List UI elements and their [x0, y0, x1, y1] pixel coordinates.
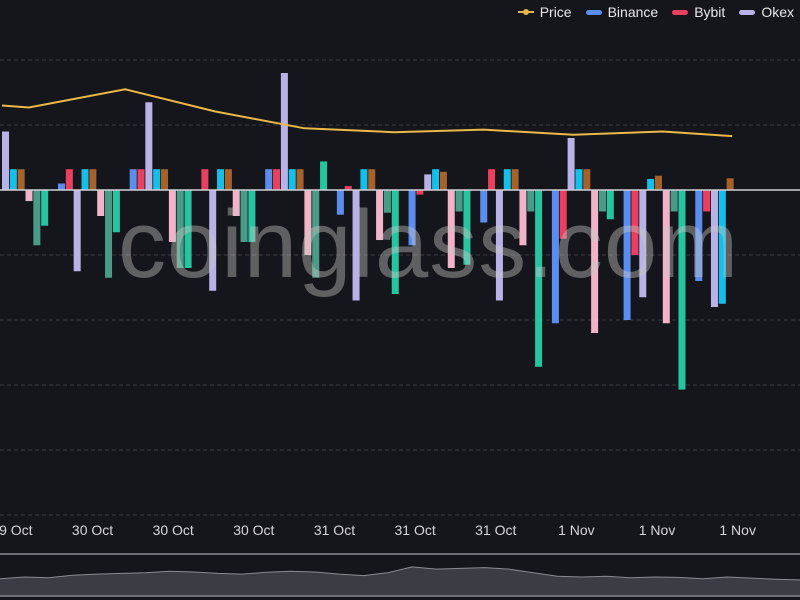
bar-pink[interactable] — [25, 190, 33, 202]
bar-pink[interactable] — [168, 190, 176, 242]
bar-cyan[interactable] — [432, 169, 440, 190]
bar-okex[interactable] — [710, 190, 718, 307]
bar-teal_dark[interactable] — [455, 190, 463, 212]
navigator-area — [0, 566, 800, 595]
bar-cyan[interactable] — [153, 169, 161, 190]
bar-bybit[interactable] — [273, 169, 281, 190]
bar-bybit[interactable] — [137, 169, 145, 190]
bar-teal_dark[interactable] — [240, 190, 248, 242]
bar-bybit[interactable] — [559, 190, 567, 239]
bar-bybit[interactable] — [65, 169, 73, 190]
bar-pink[interactable] — [662, 190, 670, 324]
bar-teal_dark[interactable] — [105, 190, 113, 278]
x-tick-label: 31 Oct — [475, 522, 517, 538]
bar-okex[interactable] — [424, 174, 432, 190]
bar-teal[interactable] — [184, 190, 192, 268]
bar-teal_dark[interactable] — [383, 190, 391, 213]
bar-teal[interactable] — [320, 161, 328, 190]
bar-teal[interactable] — [678, 190, 686, 390]
bar-brown[interactable] — [368, 169, 376, 190]
bar-pink[interactable] — [97, 190, 105, 216]
bar-bybit[interactable] — [201, 169, 209, 190]
bar-okex[interactable] — [209, 190, 217, 291]
bar-teal[interactable] — [606, 190, 614, 220]
x-tick-label: 30 Oct — [152, 522, 194, 538]
bar-binance[interactable] — [408, 190, 416, 246]
x-tick-label: 30 Oct — [233, 522, 275, 538]
bar-pink[interactable] — [519, 190, 527, 246]
bar-cyan[interactable] — [718, 190, 726, 304]
bar-cyan[interactable] — [81, 169, 89, 190]
bar-pink[interactable] — [447, 190, 455, 268]
bar-okex[interactable] — [73, 190, 81, 272]
x-tick-label: 31 Oct — [394, 522, 436, 538]
bar-okex[interactable] — [280, 73, 288, 190]
bar-teal[interactable] — [248, 190, 256, 242]
bar-brown[interactable] — [439, 171, 447, 190]
bar-cyan[interactable] — [9, 169, 17, 190]
bar-brown[interactable] — [654, 175, 662, 190]
bar-bybit[interactable] — [631, 190, 639, 255]
bar-pink[interactable] — [304, 190, 312, 255]
bar-cyan[interactable] — [360, 169, 368, 190]
bar-brown[interactable] — [89, 169, 97, 190]
bar-binance[interactable] — [58, 183, 65, 191]
bar-cyan[interactable] — [288, 169, 296, 190]
bar-okex[interactable] — [2, 131, 9, 191]
bar-cyan[interactable] — [503, 169, 511, 190]
bar-brown[interactable] — [161, 169, 169, 190]
bar-brown[interactable] — [296, 169, 304, 190]
x-tick-label: 1 Nov — [638, 522, 676, 538]
bar-teal[interactable] — [391, 190, 399, 294]
bar-series — [2, 73, 734, 390]
x-axis: 29 Oct 30 Oct 30 Oct 30 Oct 31 Oct 31 Oct 31 O… — [0, 522, 800, 542]
bar-okex[interactable] — [495, 190, 503, 301]
bar-cyan[interactable] — [575, 169, 583, 190]
bar-teal_dark[interactable] — [312, 190, 320, 278]
bar-pink[interactable] — [376, 190, 384, 241]
bar-okex[interactable] — [639, 190, 647, 298]
bar-brown[interactable] — [17, 169, 25, 190]
bar-brown[interactable] — [583, 169, 591, 190]
bar-binance[interactable] — [623, 190, 631, 320]
bar-binance[interactable] — [129, 169, 137, 190]
bar-okex[interactable] — [352, 190, 360, 301]
bar-okex[interactable] — [145, 102, 153, 190]
x-tick-label: 29 Oct — [0, 522, 33, 538]
price-line — [1, 88, 733, 138]
chart-plot — [0, 59, 800, 516]
bar-binance[interactable] — [551, 190, 559, 324]
x-tick-label: 30 Oct — [71, 522, 114, 538]
bar-bybit[interactable] — [488, 169, 496, 190]
bar-teal[interactable] — [112, 190, 120, 233]
bar-teal[interactable] — [535, 190, 543, 367]
x-tick-label: 31 Oct — [313, 522, 356, 538]
x-tick-label: 1 Nov — [558, 522, 595, 538]
bar-binance[interactable] — [480, 190, 488, 223]
x-tick-label: 1 Nov — [719, 522, 756, 538]
bar-teal_dark[interactable] — [527, 190, 535, 212]
bar-brown[interactable] — [224, 169, 232, 190]
bar-pink[interactable] — [232, 190, 240, 216]
bar-teal_dark[interactable] — [176, 190, 184, 268]
bar-teal_dark[interactable] — [598, 190, 606, 212]
bar-okex[interactable] — [567, 138, 575, 190]
bar-teal[interactable] — [463, 190, 471, 265]
bar-teal_dark[interactable] — [670, 190, 678, 212]
bar-pink[interactable] — [591, 190, 599, 333]
bar-cyan[interactable] — [217, 169, 225, 190]
bar-binance[interactable] — [695, 190, 703, 281]
bar-teal_dark[interactable] — [33, 190, 41, 246]
bar-binance[interactable] — [265, 169, 273, 190]
bar-cyan[interactable] — [647, 178, 655, 190]
bar-brown[interactable] — [726, 178, 734, 190]
bar-bybit[interactable] — [703, 190, 711, 212]
bar-teal[interactable] — [41, 190, 49, 226]
bar-brown[interactable] — [511, 169, 519, 190]
navigator-slider[interactable] — [0, 553, 800, 597]
bar-binance[interactable] — [336, 190, 344, 215]
